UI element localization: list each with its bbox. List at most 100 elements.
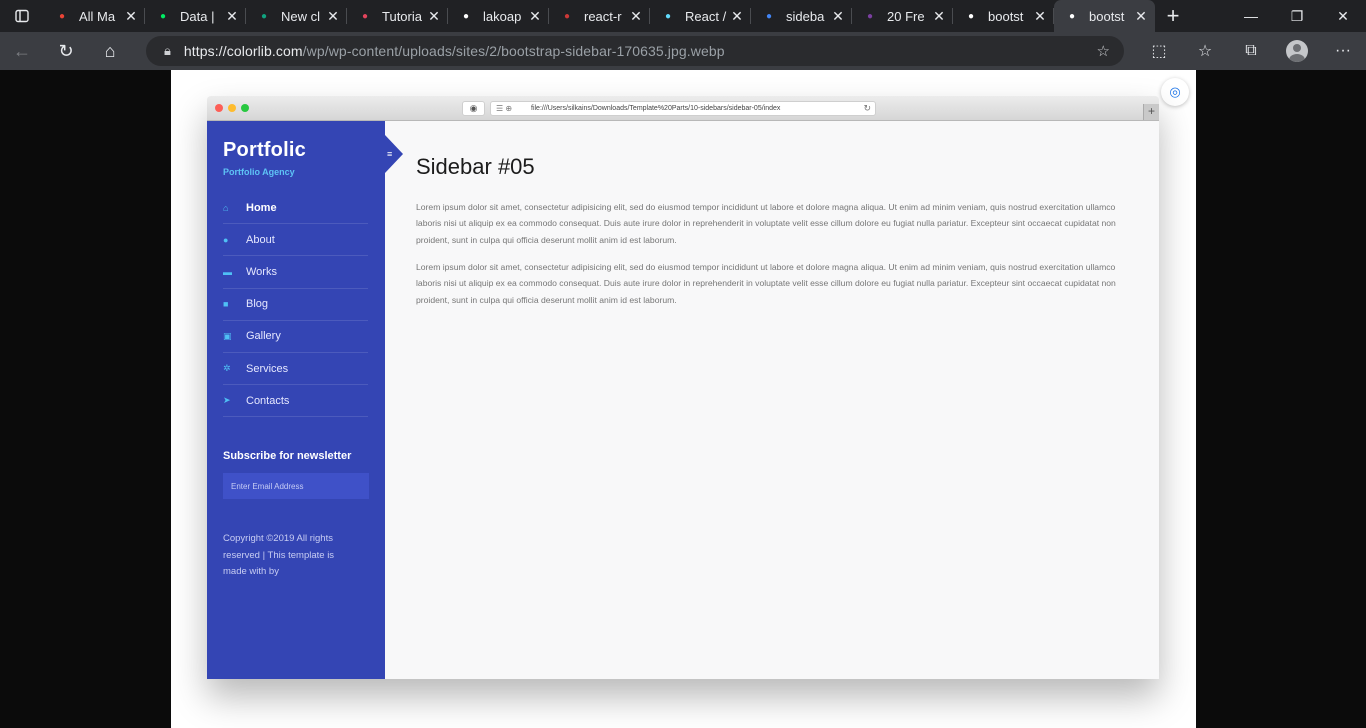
restore-button[interactable]: ❐	[1274, 0, 1320, 32]
newsletter-email-input[interactable]	[223, 473, 369, 499]
tab-title: Tutoria	[382, 8, 422, 24]
tab-close-icon[interactable]: ✕	[426, 8, 442, 25]
sidebar-item-blog[interactable]: ■ Blog	[223, 289, 368, 321]
add-favorite-icon[interactable]: ☆	[1097, 42, 1110, 60]
home-button[interactable]: ⌂	[88, 32, 132, 70]
tab-title: New cl	[281, 8, 321, 24]
brand-tagline: Portfolio Agency	[223, 167, 295, 177]
close-dot-icon	[215, 104, 223, 112]
close-window-button[interactable]: ✕	[1320, 0, 1366, 32]
tab-close-icon[interactable]: ✕	[830, 8, 846, 25]
sidebar-item-label: About	[246, 233, 275, 246]
reload-button[interactable]: ↻	[44, 32, 88, 70]
browser-toolbar: ← ↻ ⌂ 🔒︎ https://colorlib.com/wp/wp-cont…	[0, 32, 1366, 70]
tab-actions-icon[interactable]	[0, 0, 44, 32]
extensions-icon[interactable]: ⬚	[1136, 41, 1182, 61]
brand-logo[interactable]: Portfolic	[223, 139, 306, 162]
tab-title: bootst	[1089, 8, 1125, 24]
tab-close-icon[interactable]: ✕	[729, 8, 745, 25]
lock-icon: 🔒︎	[164, 43, 171, 58]
wordpress-icon: ●	[1068, 10, 1076, 22]
browser-tab[interactable]: ● bootst ✕	[1054, 0, 1155, 32]
browser-tab[interactable]: ● lakoap ✕	[448, 0, 549, 32]
tab-close-icon[interactable]: ✕	[1032, 8, 1048, 25]
browser-tab[interactable]: ● React / ✕	[650, 0, 751, 32]
sidebar-toggle-button[interactable]: ≡	[385, 135, 403, 173]
sidebar-item-label: Blog	[246, 298, 269, 311]
tab-close-icon[interactable]: ✕	[123, 8, 139, 25]
sidebar: ≡ Portfolic Portfolio Agency ⌂ Home ● About…	[207, 121, 403, 679]
minimize-button[interactable]: —	[1228, 0, 1274, 32]
tab-title: react-r	[584, 8, 622, 24]
tab-close-icon[interactable]: ✕	[325, 8, 341, 25]
sidebar-item-contacts[interactable]: ➤ Contacts	[223, 385, 368, 418]
mock-new-tab-icon: +	[1143, 104, 1159, 120]
colorlib-icon: ●	[866, 10, 874, 22]
tutorial-icon: ●	[361, 10, 369, 22]
wordpress-icon: ●	[967, 10, 975, 22]
mock-privacy-icon: ◉	[462, 101, 485, 116]
tab-close-icon[interactable]: ✕	[224, 8, 240, 25]
browser-tab[interactable]: ● Data | ✕	[145, 0, 246, 32]
mock-window-chrome: ◉ ☰ ⊕ file:///Users/silkains/Downloads/T…	[207, 96, 1159, 121]
sidebar-item-about[interactable]: ● About	[223, 224, 368, 257]
tab-close-icon[interactable]: ✕	[527, 8, 543, 25]
back-button[interactable]: ←	[0, 32, 44, 70]
sidebar-item-label: Works	[246, 265, 277, 278]
tab-title: All Ma	[79, 8, 116, 24]
content-paragraph: Lorem ipsum dolor sit amet, consectetur …	[416, 202, 1116, 245]
new-tab-button[interactable]: +	[1155, 3, 1191, 29]
browser-viewport: ◎ ◉ ☰ ⊕ file:///Users/silkains/Downloads…	[0, 70, 1366, 728]
copyright-text: Copyright ©2019 All rights reserved | Th…	[223, 533, 335, 577]
tab-close-icon[interactable]: ✕	[628, 8, 644, 25]
tab-title: sideba	[786, 8, 825, 24]
sidebar-item-gallery[interactable]: ▣ Gallery	[223, 321, 368, 353]
browser-tab[interactable]: ● sideba ✕	[751, 0, 852, 32]
sidebar-item-label: Contacts	[246, 394, 290, 407]
briefcase-icon: ▬	[223, 266, 232, 277]
sidebar-item-works[interactable]: ▬ Works	[223, 256, 368, 289]
sidebar-item-label: Services	[246, 362, 289, 375]
react-icon: ●	[664, 10, 672, 22]
sticky-note-icon: ■	[223, 299, 229, 310]
browser-tab[interactable]: ● Tutoria ✕	[347, 0, 448, 32]
collections-icon[interactable]: ⧉	[1228, 42, 1274, 60]
browser-tab-strip: ● All Ma ✕ ● Data | ✕ ● New cl ✕ ● Tutoria ✕ ● lakoap…	[0, 0, 1366, 32]
mock-reader-icon: ☰ ⊕	[496, 104, 513, 113]
more-menu-icon[interactable]: ···	[1320, 42, 1366, 60]
home-icon: ⌂	[223, 202, 229, 213]
mock-reload-icon: ↻	[863, 103, 871, 113]
sidebar-item-services[interactable]: ✲ Services	[223, 353, 368, 386]
url-text: https://colorlib.com/wp/wp-content/uploa…	[183, 43, 725, 59]
chatgpt-icon: ●	[260, 10, 268, 22]
cogs-icon: ✲	[223, 363, 231, 374]
sidebar-item-label: Home	[246, 201, 277, 214]
favorites-icon[interactable]: ☆	[1182, 41, 1228, 61]
profile-avatar[interactable]	[1286, 40, 1308, 62]
tab-title: React /	[685, 8, 727, 24]
github-icon: ●	[462, 10, 470, 22]
tab-title: Data |	[180, 8, 215, 24]
browser-tab[interactable]: ● All Ma ✕	[44, 0, 145, 32]
address-bar[interactable]: 🔒︎ https://colorlib.com/wp/wp-content/up…	[146, 36, 1124, 66]
visual-search-icon[interactable]: ◎	[1161, 78, 1189, 106]
npm-icon: ●	[563, 10, 571, 22]
tab-close-icon[interactable]: ✕	[931, 8, 947, 25]
tab-title: lakoap	[483, 8, 522, 24]
sidebar-item-home[interactable]: ⌂ Home	[223, 192, 368, 225]
tab-title: bootst	[988, 8, 1024, 24]
minimize-dot-icon	[228, 104, 236, 112]
sidebar-item-label: Gallery	[246, 330, 281, 343]
tab-title: 20 Fre	[887, 8, 925, 24]
gmail-icon: ●	[58, 10, 66, 22]
zoom-dot-icon	[241, 104, 249, 112]
browser-tab[interactable]: ● 20 Fre ✕	[852, 0, 953, 32]
tab-close-icon[interactable]: ✕	[1133, 8, 1149, 25]
page-title: Sidebar #05	[416, 154, 535, 179]
browser-tab[interactable]: ● New cl ✕	[246, 0, 347, 32]
google-icon: ●	[765, 10, 773, 22]
browser-tab[interactable]: ● bootst ✕	[953, 0, 1054, 32]
content-paragraph: Lorem ipsum dolor sit amet, consectetur …	[416, 262, 1116, 305]
paper-plane-icon: ➤	[223, 395, 231, 406]
browser-tab[interactable]: ● react-r ✕	[549, 0, 650, 32]
